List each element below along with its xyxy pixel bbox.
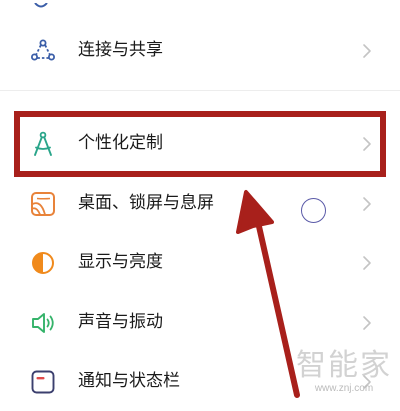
settings-item-label: 声音与振动 — [78, 312, 163, 332]
wallpaper-icon — [29, 190, 57, 218]
chevron-right-icon — [362, 43, 372, 59]
highlight-box — [14, 111, 386, 177]
watermark: 智能家 www.znj.com — [296, 349, 392, 395]
settings-item-label: 显示与亮度 — [78, 252, 163, 272]
chevron-right-icon — [362, 255, 372, 271]
watermark-text: 智能家 — [296, 348, 392, 383]
share-network-icon — [29, 37, 57, 65]
settings-item-connection-sharing[interactable]: 连接与共享 — [0, 22, 400, 80]
chevron-right-icon — [362, 315, 372, 331]
watermark-url: www.znj.com — [314, 383, 374, 394]
touch-indicator — [301, 198, 326, 223]
settings-item-display-brightness[interactable]: 显示与亮度 — [0, 234, 400, 292]
brightness-icon — [29, 249, 57, 277]
chevron-right-icon — [362, 196, 372, 212]
speaker-icon — [29, 309, 57, 337]
settings-item-label: 通知与状态栏 — [78, 371, 180, 391]
settings-item-label: 桌面、锁屏与息屏 — [78, 193, 214, 213]
notification-icon — [29, 368, 57, 396]
settings-item-desktop-lockscreen[interactable]: 桌面、锁屏与息屏 — [0, 175, 400, 233]
settings-item-label: 连接与共享 — [78, 40, 163, 60]
section-divider — [0, 90, 400, 91]
settings-item-partial[interactable] — [0, 0, 400, 8]
settings-item-sound-vibration[interactable]: 声音与振动 — [0, 294, 400, 352]
